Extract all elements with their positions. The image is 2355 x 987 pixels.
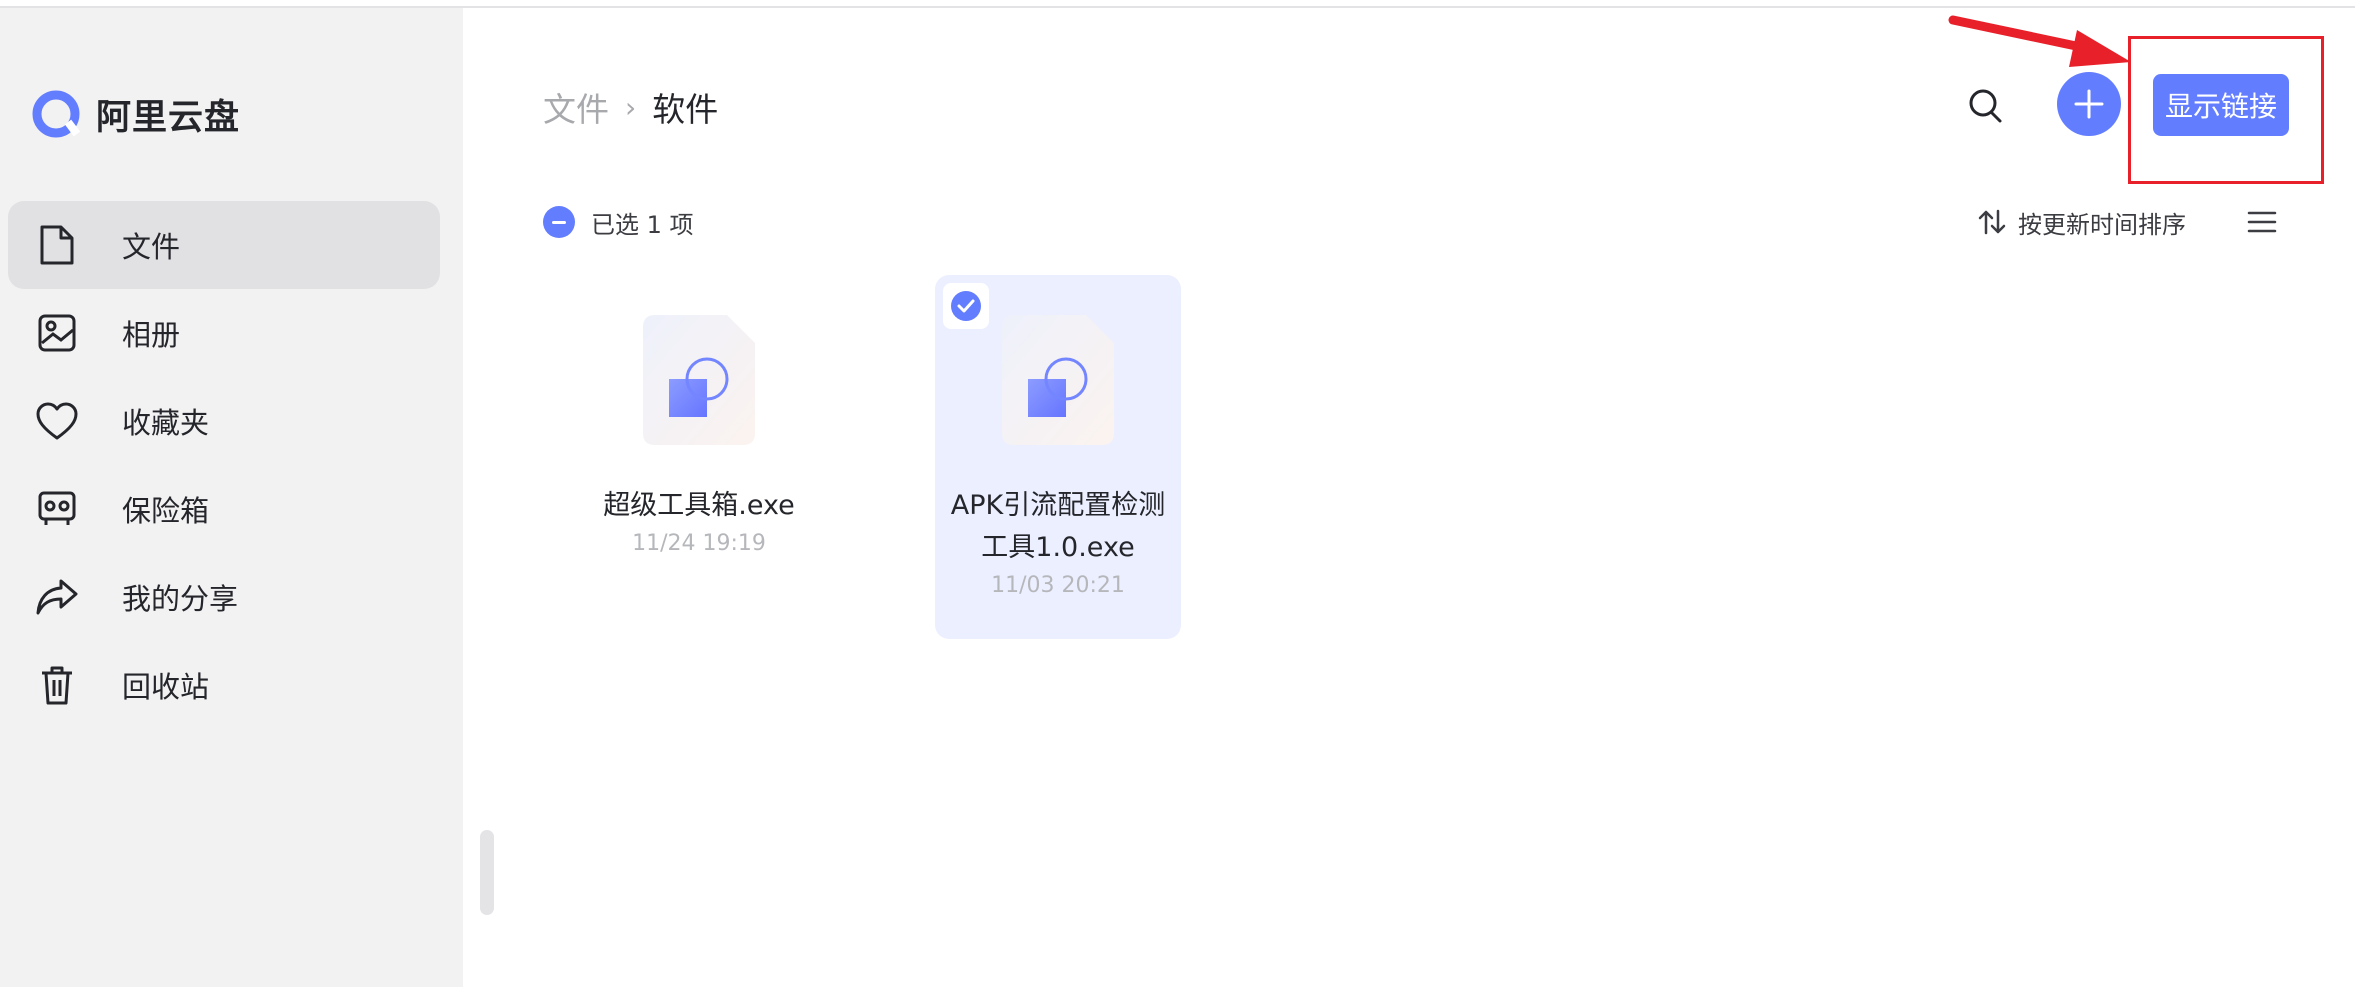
sort-label: 按更新时间排序	[2018, 210, 2186, 239]
sidebar-item-album[interactable]: 相册	[8, 289, 440, 377]
app-name: 阿里云盘	[96, 97, 241, 138]
sidebar-nav: 文件 相册 收藏夹 保险箱 我的分享 回收站	[8, 201, 440, 729]
exe-file-icon	[1002, 315, 1114, 445]
breadcrumb: 文件 › 软件	[543, 82, 718, 132]
file-modified-time: 11/03 20:21	[991, 573, 1125, 598]
breadcrumb-current: 软件	[652, 90, 719, 129]
brand[interactable]: 阿里云盘	[30, 86, 240, 142]
sidebar-item-label: 收藏夹	[122, 406, 210, 440]
sidebar-item-label: 回收站	[122, 670, 210, 704]
window-top-border	[0, 0, 2355, 8]
plus-icon	[2074, 89, 2104, 119]
sort-control[interactable]: 按更新时间排序	[1978, 204, 2186, 240]
sidebar-item-label: 相册	[122, 318, 181, 352]
exe-file-icon	[643, 315, 755, 445]
check-icon	[951, 291, 981, 321]
album-icon	[34, 310, 80, 356]
add-button[interactable]	[2057, 72, 2121, 136]
deselect-all-button[interactable]	[543, 206, 575, 238]
aliyun-drive-logo-icon	[32, 90, 81, 138]
sidebar: 阿里云盘 文件 相册 收藏夹 保险箱 我的分享 回收站	[0, 8, 463, 987]
annotation-highlight-box	[2128, 36, 2324, 184]
file-checkbox[interactable]	[943, 283, 989, 329]
sidebar-item-my-shares[interactable]: 我的分享	[8, 553, 440, 641]
file-name: APK引流配置检测工具1.0.exe	[950, 490, 1166, 563]
view-mode-toggle[interactable]	[2246, 206, 2278, 238]
search-button[interactable]	[1960, 80, 2012, 132]
file-card[interactable]: 超级工具箱.exe 11/24 19:19	[576, 275, 822, 639]
list-view-icon	[2247, 211, 2277, 233]
search-icon	[1969, 89, 2002, 123]
scrollbar-thumb[interactable]	[480, 830, 494, 915]
sidebar-item-safe[interactable]: 保险箱	[8, 465, 440, 553]
sidebar-item-label: 文件	[122, 230, 181, 264]
file-card[interactable]: APK引流配置检测工具1.0.exe 11/03 20:21	[935, 275, 1181, 639]
selection-count: 已选 1 项	[591, 210, 694, 239]
heart-icon	[34, 398, 80, 444]
selection-info: 已选 1 项	[543, 204, 694, 240]
share-icon	[34, 574, 80, 620]
minus-icon	[552, 220, 566, 224]
sidebar-item-trash[interactable]: 回收站	[8, 641, 440, 729]
annotation-arrow-icon	[1948, 15, 2131, 67]
trash-icon	[34, 662, 80, 708]
safe-icon	[34, 486, 80, 532]
breadcrumb-separator: ›	[625, 90, 637, 124]
sidebar-item-label: 保险箱	[122, 494, 210, 528]
sort-icon	[1978, 209, 2006, 235]
file-name: 超级工具箱.exe	[603, 490, 795, 521]
sidebar-item-favorites[interactable]: 收藏夹	[8, 377, 440, 465]
sidebar-item-label: 我的分享	[122, 582, 239, 616]
file-icon	[34, 222, 80, 268]
sidebar-item-files[interactable]: 文件	[8, 201, 440, 289]
file-modified-time: 11/24 19:19	[632, 531, 766, 556]
breadcrumb-parent[interactable]: 文件	[543, 83, 609, 131]
